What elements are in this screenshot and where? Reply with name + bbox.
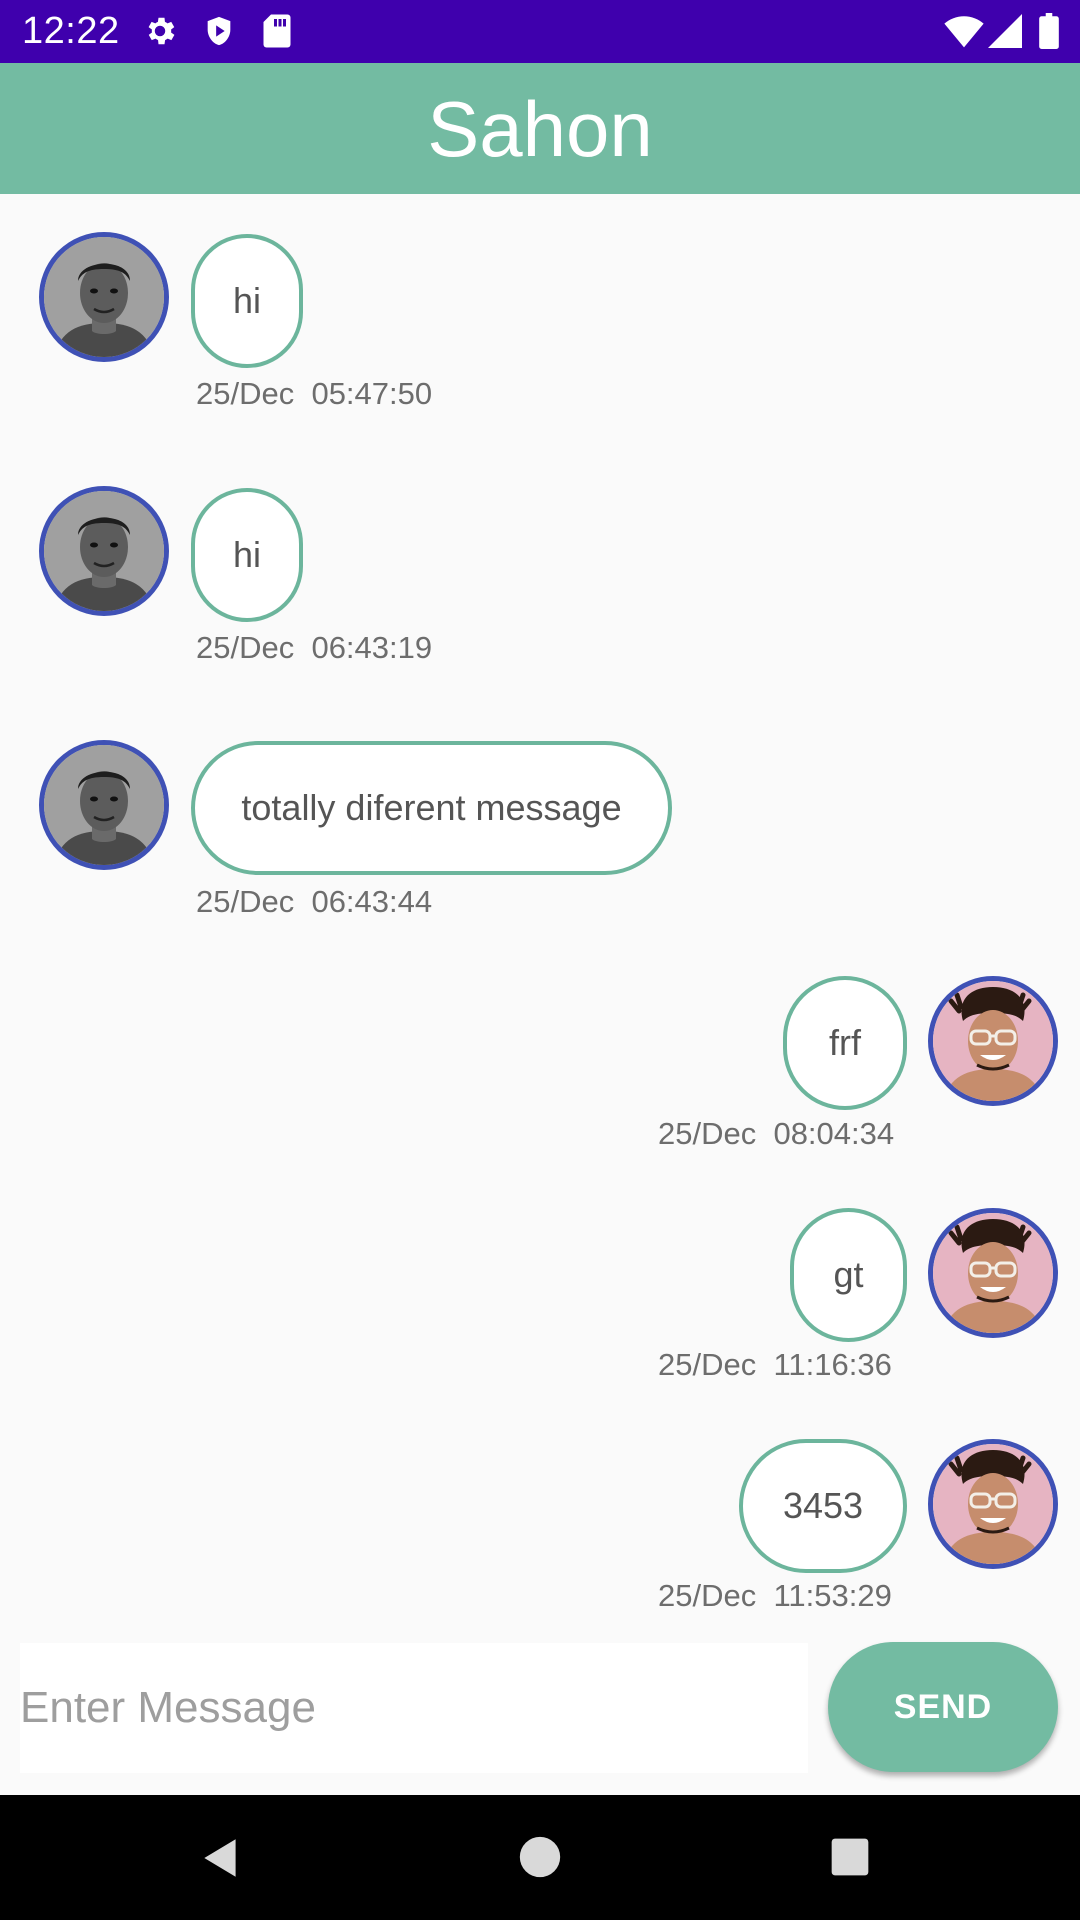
- message-timestamp: 25/Dec 06:43:19: [196, 630, 433, 665]
- status-bar: 12:22: [0, 0, 1080, 63]
- message-text: 3453: [782, 1485, 864, 1526]
- message-list[interactable]: hi 25/Dec 05:47:50 hi 25/Dec 06:43:19 to…: [0, 194, 1080, 1640]
- avatar-man-glasses: [933, 1444, 1053, 1564]
- sender-avatar[interactable]: [39, 232, 169, 362]
- sender-avatar[interactable]: [39, 486, 169, 616]
- message-text: totally diferent message: [241, 787, 622, 828]
- sender-avatar[interactable]: [39, 740, 169, 870]
- wifi-icon: [944, 13, 984, 54]
- send-button[interactable]: SEND: [828, 1642, 1058, 1772]
- cell-signal-icon: [988, 13, 1022, 54]
- sender-avatar[interactable]: [928, 1208, 1058, 1338]
- message-input[interactable]: [20, 1643, 808, 1773]
- home-icon[interactable]: [518, 1835, 562, 1884]
- message-timestamp: 25/Dec 06:43:44: [196, 884, 433, 919]
- message-bubble[interactable]: 3453: [739, 1439, 907, 1573]
- status-time: 12:22: [22, 10, 120, 52]
- sender-avatar[interactable]: [928, 976, 1058, 1106]
- message-timestamp: 25/Dec 05:47:50: [196, 376, 433, 411]
- sender-avatar[interactable]: [928, 1439, 1058, 1569]
- message-composer: SEND: [0, 1640, 1080, 1795]
- message-timestamp: 25/Dec 08:04:34: [658, 1116, 895, 1151]
- recents-icon[interactable]: [830, 1837, 870, 1882]
- message-text: hi: [232, 280, 262, 321]
- message-text: hi: [232, 534, 262, 575]
- message-timestamp: 25/Dec 11:16:36: [658, 1347, 892, 1382]
- message-bubble[interactable]: hi: [191, 488, 303, 622]
- message-timestamp: 25/Dec 11:53:29: [658, 1578, 892, 1613]
- avatar-man-grayscale: [44, 237, 164, 357]
- message-bubble[interactable]: frf: [783, 976, 907, 1110]
- sd-card-icon: [262, 13, 292, 54]
- chat-title: Sahon: [427, 85, 653, 173]
- avatar-man-glasses: [933, 1213, 1053, 1333]
- message-text: gt: [833, 1254, 864, 1295]
- back-icon[interactable]: [196, 1833, 246, 1888]
- shield-play-icon: [202, 13, 236, 54]
- system-nav-bar: [0, 1795, 1080, 1920]
- message-bubble[interactable]: gt: [790, 1208, 907, 1342]
- message-bubble[interactable]: totally diferent message: [191, 741, 672, 875]
- app-bar: Sahon: [0, 63, 1080, 194]
- message-text: frf: [829, 1022, 861, 1063]
- avatar-man-grayscale: [44, 745, 164, 865]
- message-bubble[interactable]: hi: [191, 234, 303, 368]
- gear-icon: [142, 13, 178, 54]
- battery-icon: [1038, 13, 1060, 54]
- avatar-man-grayscale: [44, 491, 164, 611]
- avatar-man-glasses: [933, 981, 1053, 1101]
